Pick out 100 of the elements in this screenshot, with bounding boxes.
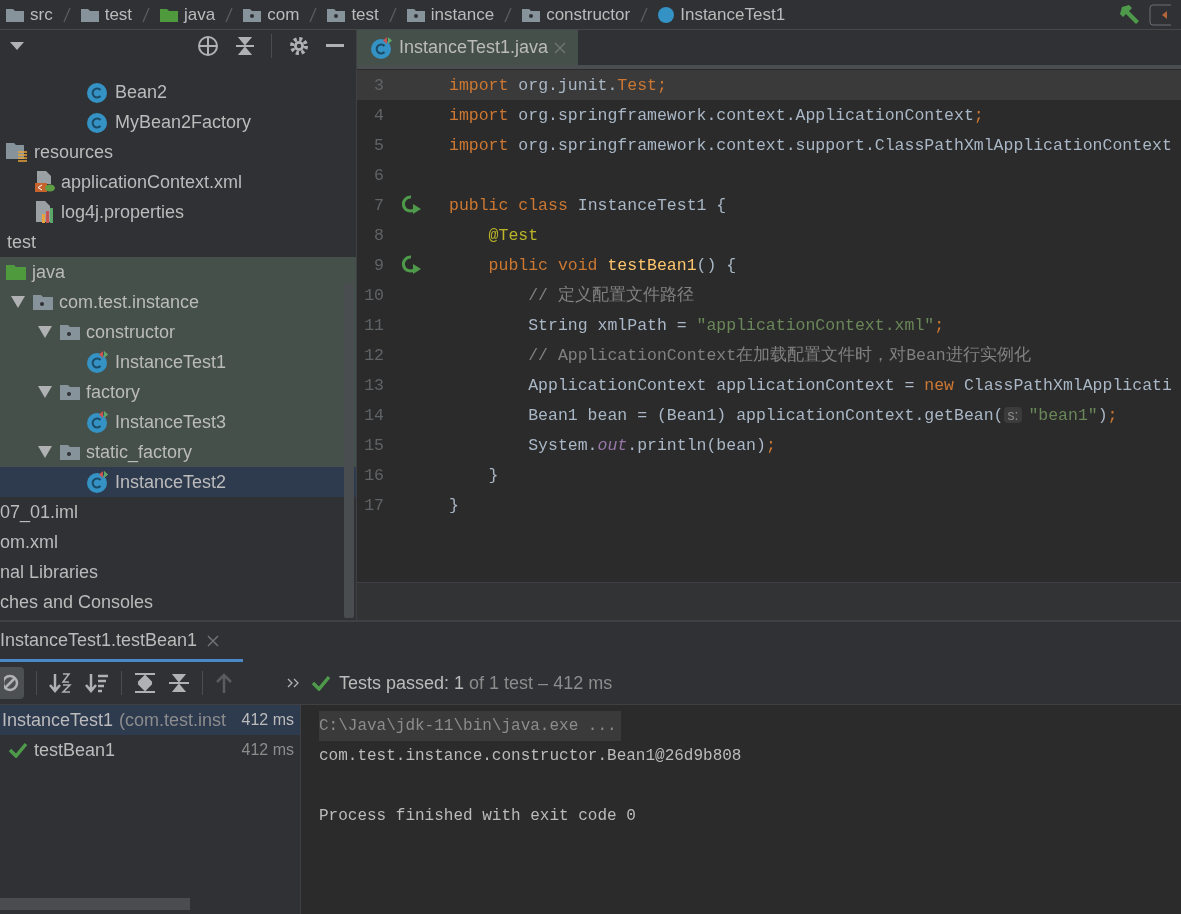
test-tree-item[interactable]: testBean1 412 ms — [0, 735, 300, 765]
run-test-icon[interactable] — [401, 255, 422, 275]
locate-icon[interactable] — [197, 35, 219, 57]
more-icon[interactable] — [287, 678, 299, 688]
code-line: Bean1 bean = (Bean1) applicationContext.getBean( s: "bean1"); — [527, 405, 1118, 425]
line-number: 10 — [363, 285, 384, 305]
stop-button[interactable] — [0, 667, 24, 699]
expand-arrow-icon[interactable] — [38, 326, 52, 338]
folder-icon — [6, 264, 26, 280]
folder-icon — [60, 384, 80, 400]
scrollbar-thumb[interactable] — [0, 898, 190, 910]
tree-item[interactable]: InstanceTest2 — [0, 467, 356, 497]
code-line: @Test — [487, 225, 539, 245]
chevron-icon — [388, 6, 397, 23]
line-number: 11 — [363, 315, 384, 335]
line-number: 12 — [363, 345, 384, 365]
run-config-icon[interactable] — [1149, 3, 1171, 26]
line-number: 15 — [363, 435, 384, 455]
run-test-icon[interactable] — [401, 195, 422, 215]
close-icon[interactable] — [207, 634, 220, 647]
code-line: import org.springframework.context.support.ClassPathXmlApplicationContext — [449, 135, 1172, 155]
tree-item[interactable]: ches and Consoles — [0, 587, 356, 617]
code-line: System.out.println(bean); — [527, 435, 776, 455]
tree-item[interactable]: resources — [0, 137, 356, 167]
code-line: public void testBean1() { — [487, 255, 737, 275]
code-line: } — [487, 465, 499, 485]
chevron-icon — [504, 6, 513, 23]
line-number: 5 — [373, 135, 384, 155]
folder-icon — [80, 7, 99, 22]
code-line: } — [449, 495, 459, 515]
expand-arrow-icon[interactable] — [38, 446, 52, 458]
folder-icon — [6, 7, 24, 22]
tree-item[interactable]: applicationContext.xml — [0, 167, 356, 197]
tree-item[interactable]: factory — [0, 377, 356, 407]
editor-tab[interactable]: InstanceTest1.java — [357, 30, 579, 65]
tree-item[interactable]: com.test.instance — [0, 287, 356, 317]
folder-icon — [160, 7, 179, 22]
tree-item[interactable]: constructor — [0, 317, 356, 347]
tree-item[interactable]: log4j.properties — [0, 197, 356, 227]
test-tree-item[interactable]: InstanceTest1 (com.test.inst 412 ms — [0, 705, 300, 735]
line-number: 14 — [363, 405, 384, 425]
line-number: 16 — [363, 465, 384, 485]
breadcrumb-item[interactable]: InstanceTest1 — [680, 4, 786, 25]
line-number: 17 — [363, 495, 384, 515]
line-number: 6 — [373, 165, 384, 185]
code-line: // 定义配置文件路径 — [527, 284, 694, 306]
run-tab[interactable]: InstanceTest1.testBean1 — [0, 630, 243, 662]
collapse-all-icon[interactable] — [168, 672, 190, 694]
folder-icon — [522, 7, 541, 22]
dropdown-caret-icon[interactable] — [10, 42, 24, 50]
class-icon — [87, 111, 109, 133]
tree-item[interactable]: Bean2 — [0, 77, 356, 107]
breadcrumb-item[interactable]: instance — [430, 4, 495, 25]
breadcrumb-item[interactable]: com — [267, 4, 300, 25]
console-line: com.test.instance.constructor.Bean1@26d9b808 — [319, 746, 743, 767]
line-number: 7 — [373, 195, 384, 215]
check-icon — [311, 675, 331, 691]
tree-item[interactable]: static_factory — [0, 437, 356, 467]
tree-item[interactable]: java — [0, 257, 356, 287]
code-line: import org.junit.Test; — [449, 75, 667, 95]
resources-folder-icon — [6, 142, 28, 162]
breadcrumb-item[interactable]: constructor — [546, 4, 631, 25]
code-line: import org.springframework.context.ApplicationContext; — [449, 105, 984, 125]
minimize-icon[interactable] — [326, 44, 344, 48]
stop-icon — [4, 674, 20, 692]
xml-file-icon — [33, 171, 55, 193]
breadcrumb-item[interactable]: test — [351, 4, 379, 25]
code-line: String xmlPath = "applicationContext.xml"; — [527, 315, 945, 335]
test-status-text: Tests passed: 1 of 1 test – 412 ms — [339, 672, 613, 694]
expand-arrow-icon[interactable] — [38, 386, 52, 398]
folder-icon — [60, 324, 80, 340]
console-line: Process finished with exit code 0 — [319, 806, 637, 827]
tree-item[interactable]: InstanceTest3 — [0, 407, 356, 437]
tree-item[interactable]: InstanceTest1 — [0, 347, 356, 377]
tree-item[interactable]: MyBean2Factory — [0, 107, 356, 137]
code-line: public class InstanceTest1 { — [449, 195, 727, 215]
code-line: ApplicationContext applicationContext = new ClassPathXmlApplicati — [527, 375, 1172, 395]
chevron-icon — [640, 6, 649, 23]
sort-alpha-icon[interactable] — [49, 672, 73, 694]
expand-all-icon[interactable] — [134, 672, 156, 694]
scrollbar-thumb[interactable] — [344, 283, 354, 618]
folder-icon — [406, 7, 425, 22]
code-line: // ApplicationContext在加载配置文件时，对Bean进行实例化 — [527, 345, 1031, 366]
class-icon — [658, 6, 675, 23]
class-icon — [87, 351, 109, 373]
breadcrumb-item[interactable]: src — [30, 4, 53, 25]
collapse-icon[interactable] — [235, 35, 255, 57]
breadcrumb-item[interactable]: test — [104, 4, 133, 25]
folder-icon — [60, 444, 80, 460]
class-icon — [87, 411, 109, 433]
tree-item[interactable]: om.xml — [0, 527, 356, 557]
tree-item[interactable]: 07_01.iml — [0, 497, 356, 527]
settings-icon[interactable] — [288, 35, 310, 57]
tree-item[interactable]: test — [0, 227, 356, 257]
breadcrumb-item[interactable]: java — [184, 4, 216, 25]
sort-duration-icon[interactable] — [85, 672, 109, 694]
chevron-icon — [225, 6, 234, 23]
expand-arrow-icon[interactable] — [11, 296, 25, 308]
tree-item[interactable]: nal Libraries — [0, 557, 356, 587]
line-number: 4 — [373, 105, 384, 125]
